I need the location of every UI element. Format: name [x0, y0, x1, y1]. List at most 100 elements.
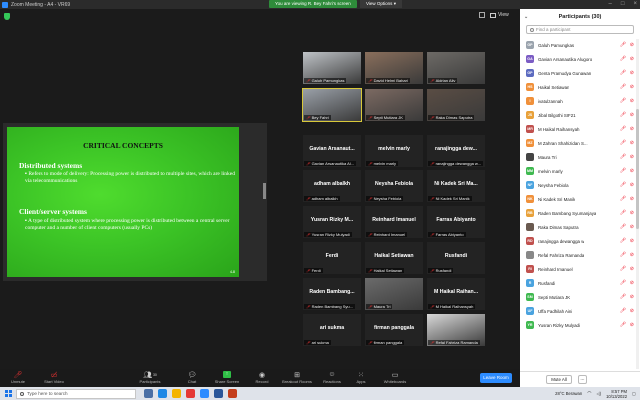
- participant-row[interactable]: MM melvin marly 🎤︎ ⊘: [520, 164, 636, 178]
- chrome-icon[interactable]: [186, 389, 195, 398]
- participant-row[interactable]: Maura Tri 🎤︎ ⊘: [520, 150, 636, 164]
- video-tile[interactable]: Rusfandi 🎤︎ Rusfandi: [426, 241, 486, 275]
- word-icon[interactable]: [214, 389, 223, 398]
- participant-row[interactable]: GP Galuh Pamungkas 🎤︎ ⊘: [520, 38, 636, 52]
- scrollbar-thumb[interactable]: [636, 109, 639, 229]
- search-icon: [530, 27, 534, 32]
- participant-row[interactable]: SM Septi Mutiara JK 🎤︎ ⊘: [520, 290, 636, 304]
- video-tile[interactable]: 🎤︎ Septi Mutiara JK: [364, 88, 424, 122]
- chat-button[interactable]: 💬︎ Chat: [174, 370, 210, 386]
- muted-mic-icon: 🎤︎: [306, 232, 311, 237]
- clock[interactable]: 8:57 PM 10/13/2022: [606, 389, 627, 399]
- taskbar-search-input[interactable]: Type here to search: [16, 388, 136, 399]
- muted-mic-icon: 🎤︎: [619, 280, 626, 286]
- participant-row[interactable]: Iivatulzannah 🎤︎ ⊘: [520, 94, 636, 108]
- minimize-icon[interactable]: –: [609, 0, 612, 9]
- notifications-icon[interactable]: ▢: [632, 391, 636, 396]
- weather-text[interactable]: 28°C Berawan: [555, 391, 582, 396]
- share-screen-button[interactable]: ↑ Share Screen: [209, 370, 245, 386]
- leave-room-button[interactable]: Leave Room: [480, 373, 512, 383]
- video-tile[interactable]: 🎤︎ David Helmi Bahari: [364, 51, 424, 85]
- tile-name-text: David Helmi Bahari: [373, 78, 408, 83]
- maximize-icon[interactable]: □: [621, 0, 625, 9]
- video-tile[interactable]: melvin marly 🎤︎ melvin marly: [364, 134, 424, 168]
- video-tile[interactable]: Reinhard Imanuel 🎤︎ Reinhard Imanuel: [364, 205, 424, 239]
- breakout-rooms-button[interactable]: ⊞ Breakout Rooms: [279, 370, 315, 386]
- participant-row[interactable]: Raka Dimas Saputra 🎤︎ ⊘: [520, 220, 636, 234]
- edge-icon[interactable]: [158, 389, 167, 398]
- unmute-button[interactable]: 🎤︎ Unmute: [0, 370, 36, 386]
- participant-row[interactable]: GA Gavian Arsanautika Alugoro 🎤︎ ⊘: [520, 52, 636, 66]
- video-tile[interactable]: ari sukma 🎤︎ ari sukma: [302, 313, 362, 347]
- participant-row[interactable]: Refal Fahriza Ramanda 🎤︎ ⊘: [520, 248, 636, 262]
- video-tile[interactable]: Farras Abiyanto 🎤︎ Farras Abiyanto: [426, 205, 486, 239]
- video-tile[interactable]: Neysha Febiola 🎤︎ Neysha Febiola: [364, 169, 424, 203]
- participant-row[interactable]: NK Ni Kadek Sri Manik 🎤︎ ⊘: [520, 192, 636, 206]
- video-tile[interactable]: 🎤︎ Maura Tri: [364, 277, 424, 311]
- task-view-icon[interactable]: [144, 389, 153, 398]
- video-tile[interactable]: 🎤︎ Raka Dimas Saputra: [426, 88, 486, 122]
- video-tile[interactable]: Gavian Arsanaut... 🎤︎ Gavian Arsanautika A…: [302, 134, 362, 168]
- close-icon[interactable]: ×: [633, 0, 637, 9]
- video-tile[interactable]: ranajingga dew... 🎤︎ ranajingga dewangga w…: [426, 134, 486, 168]
- slide-bullet-distributed-text: Refers to mode of delivery: Processing p…: [25, 171, 235, 184]
- powerpoint-icon[interactable]: [228, 389, 237, 398]
- collapse-chevron-icon[interactable]: ⌄: [524, 14, 528, 20]
- tile-name-text: ari sukma: [311, 340, 329, 345]
- video-tile[interactable]: M Haikal Raihan... 🎤︎ M Haikal Raihansyah: [426, 277, 486, 311]
- muted-mic-icon: 🎤︎: [306, 78, 311, 83]
- view-options-button[interactable]: View Options ▾: [360, 0, 402, 8]
- windows-start-icon[interactable]: [5, 390, 12, 397]
- participant-row[interactable]: MR M Haikal Raihansyah 🎤︎ ⊘: [520, 122, 636, 136]
- participant-name: Septi Mutiara JK: [538, 294, 571, 300]
- participant-row[interactable]: JS Jibal Bilgothi SIF21 🎤︎ ⊘: [520, 108, 636, 122]
- participant-search-input[interactable]: Find a participant: [526, 25, 634, 34]
- unmute-label: Unmute: [10, 379, 25, 384]
- participant-row[interactable]: GP Genta Pramudya Gunawan 🎤︎ ⊘: [520, 66, 636, 80]
- participant-row[interactable]: MZ M Zahran Shahizidan S... 🎤︎ ⊘: [520, 136, 636, 150]
- participant-row[interactable]: HS Haikal Setiawan 🎤︎ ⊘: [520, 80, 636, 94]
- participant-row[interactable]: UF Uffa Fadhilah Aini 🎤︎ ⊘: [520, 304, 636, 318]
- file-explorer-icon[interactable]: [172, 389, 181, 398]
- video-tile[interactable]: 🎤︎ Aldrian Aliv: [426, 51, 486, 85]
- volume-icon[interactable]: ◁): [596, 391, 601, 396]
- video-tile[interactable]: 🎤︎ Refal Fahriza Ramanda: [426, 313, 486, 347]
- participants-button[interactable]: 👥︎ 30 Participants: [132, 370, 168, 386]
- video-tile[interactable]: 🎤︎ Bey Fahri: [302, 88, 362, 122]
- participant-row[interactable]: RD ranajingga dewangga w 🎤︎ ⊘: [520, 234, 636, 248]
- slide-page-number: 4-8: [229, 270, 235, 274]
- video-tile[interactable]: Ni Kadek Sri Ma... 🎤︎ Ni Kadek Sri Manik: [426, 169, 486, 203]
- video-tile[interactable]: Ferdi 🎤︎ Ferdi: [302, 241, 362, 275]
- tile-name-text: Yusran Rizky Mulyadi: [311, 232, 350, 237]
- video-tile[interactable]: 🎤︎ Galuh Pamungkas: [302, 51, 362, 85]
- network-icon[interactable]: ⌒: [587, 391, 591, 397]
- security-shield-icon[interactable]: [4, 13, 10, 20]
- more-options-button[interactable]: ...: [578, 375, 587, 384]
- video-tile[interactable]: Yusran Rizky M... 🎤︎ Yusran Rizky Mulyadi: [302, 205, 362, 239]
- shared-screen-scrollbar[interactable]: [263, 183, 266, 199]
- mute-all-button[interactable]: Mute All: [546, 375, 572, 384]
- zoom-icon[interactable]: [200, 389, 209, 398]
- avatar: MZ: [526, 139, 534, 147]
- record-button[interactable]: ◉ Record: [244, 370, 280, 386]
- apps-button[interactable]: ⁙ Apps: [343, 370, 379, 386]
- participant-row[interactable]: RB Raden Bambang Syumanjaya 🎤︎ ⊘: [520, 206, 636, 220]
- fullscreen-icon[interactable]: [479, 12, 485, 18]
- participant-row[interactable]: RI Reinhard Imanuel 🎤︎ ⊘: [520, 262, 636, 276]
- participant-name: Reinhard Imanuel: [538, 266, 573, 272]
- whiteboards-button[interactable]: ▭ Whiteboards: [377, 370, 413, 386]
- participant-list-scrollbar[interactable]: [636, 39, 639, 369]
- tile-name-text: firman panggala: [373, 340, 403, 345]
- muted-mic-icon: 🎤︎: [619, 308, 626, 314]
- participant-row[interactable]: R Rusfandi 🎤︎ ⊘: [520, 276, 636, 290]
- start-video-button[interactable]: ▭̸ Start Video: [36, 370, 72, 386]
- shared-screen: CRITICAL CONCEPTS Distributed systems ▪ …: [3, 123, 267, 281]
- view-button[interactable]: View: [490, 12, 509, 18]
- video-off-icon: ⊘: [629, 56, 634, 62]
- participant-row[interactable]: YR Yusran Rizky Mulyadi 🎤︎ ⊘: [520, 318, 636, 332]
- video-tile[interactable]: adham albalkh 🎤︎ adham albalkh: [302, 169, 362, 203]
- video-tile[interactable]: Raden Bambang... 🎤︎ Raden Bambang Syu...: [302, 277, 362, 311]
- participant-row[interactable]: NF Neysha Febiola 🎤︎ ⊘: [520, 178, 636, 192]
- video-tile[interactable]: firman panggala 🎤︎ firman panggala: [364, 313, 424, 347]
- video-tile[interactable]: Haikal Setiawan 🎤︎ Haikal Setiawan: [364, 241, 424, 275]
